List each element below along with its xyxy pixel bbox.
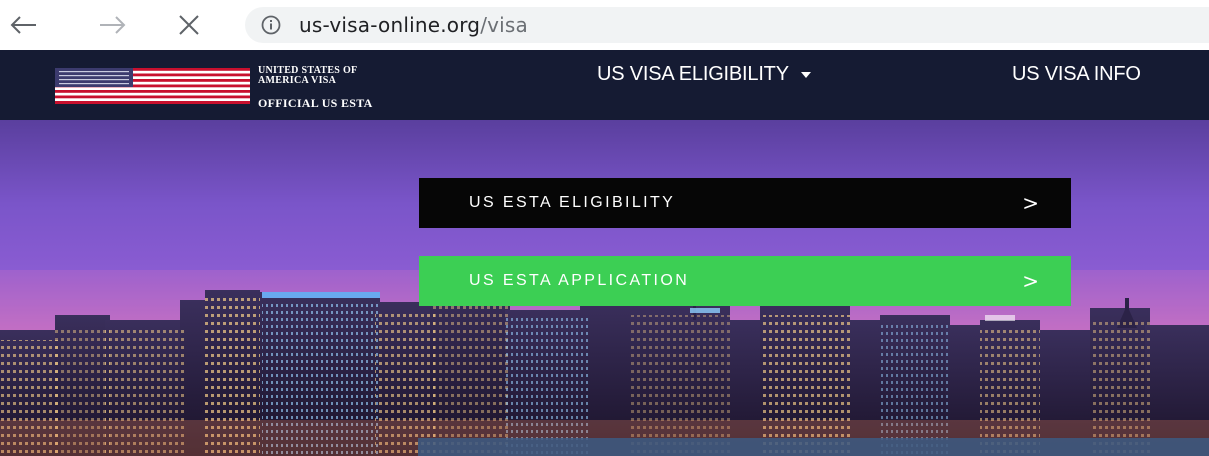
nav-us-visa-eligibility-label: US VISA ELIGIBILITY: [597, 63, 789, 85]
brand-line-3: OFFICIAL US ESTA: [258, 96, 373, 110]
browser-toolbar: us-visa-online.org/visa: [0, 0, 1209, 50]
url-text: us-visa-online.org/visa: [299, 13, 528, 37]
us-esta-application-label: US ESTA APPLICATION: [469, 272, 690, 289]
back-button[interactable]: [6, 8, 40, 42]
stop-button[interactable]: [172, 8, 206, 42]
nav-us-visa-info[interactable]: US VISA INFO: [1012, 63, 1141, 86]
us-esta-application-button[interactable]: US ESTA APPLICATION >: [419, 256, 1071, 306]
brand-line-2: AMERICA VISA: [258, 75, 337, 86]
chevron-right-icon: >: [1022, 191, 1039, 215]
address-bar[interactable]: us-visa-online.org/visa: [245, 7, 1209, 43]
back-arrow-icon: [10, 16, 36, 34]
forward-button[interactable]: [96, 8, 130, 42]
caret-down-icon: [800, 71, 811, 78]
us-esta-eligibility-button[interactable]: US ESTA ELIGIBILITY >: [419, 178, 1071, 228]
url-host: us-visa-online.org: [299, 13, 481, 37]
forward-arrow-icon: [100, 16, 126, 34]
content-panel-top-edge: [418, 438, 1209, 456]
brand-text[interactable]: UNITED STATES OF AMERICA VISA OFFICIAL U…: [258, 66, 373, 110]
chevron-right-icon: >: [1022, 269, 1039, 293]
nav-us-visa-eligibility[interactable]: US VISA ELIGIBILITY: [597, 63, 811, 86]
nav-us-visa-info-label: US VISA INFO: [1012, 63, 1141, 85]
us-flag-logo[interactable]: [55, 68, 250, 104]
us-esta-eligibility-label: US ESTA ELIGIBILITY: [469, 194, 676, 211]
url-path: /visa: [480, 13, 529, 37]
close-icon: [179, 15, 199, 35]
info-icon[interactable]: [261, 15, 281, 35]
